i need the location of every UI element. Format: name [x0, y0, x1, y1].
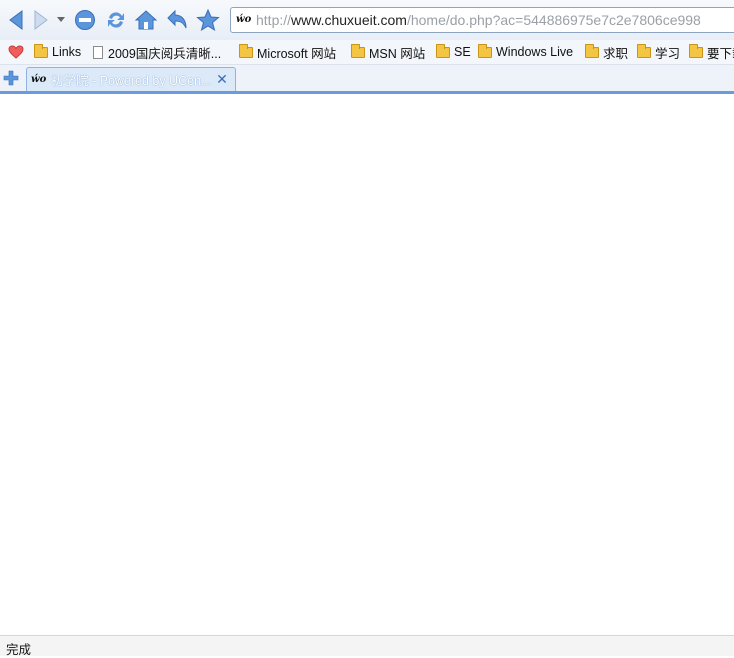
- folder-icon: [478, 43, 492, 58]
- bookmark-msn[interactable]: MSN 网站: [351, 43, 425, 61]
- bookmark-label: 求职: [603, 46, 629, 61]
- bookmark-label: 要下载: [707, 46, 734, 61]
- folder-icon: [351, 43, 365, 58]
- bookmarks-bar: Links 2009国庆阅兵清晰... Microsoft 网站 MSN 网站 …: [0, 40, 734, 65]
- address-url[interactable]: http://www.chuxueit.com/home/do.php?ac=5…: [256, 12, 701, 28]
- url-host: www.chuxueit.com: [291, 12, 407, 28]
- url-scheme: http://: [256, 12, 292, 28]
- home-button[interactable]: [134, 8, 158, 32]
- bookmark-se[interactable]: SE: [436, 43, 471, 61]
- bookmark-label: 2009国庆阅兵清晰...: [108, 46, 222, 61]
- bookmark-label: MSN 网站: [369, 46, 426, 61]
- bookmark-windows-live[interactable]: Windows Live: [478, 43, 573, 61]
- plus-icon: [3, 70, 19, 86]
- back-icon: [9, 10, 23, 30]
- folder-icon: [436, 43, 450, 58]
- new-tab-button[interactable]: [3, 70, 19, 86]
- heart-icon: [8, 45, 24, 59]
- url-path: /home/do.php?ac=544886975e7c2e7806ce998: [406, 12, 701, 28]
- folder-icon: [585, 43, 599, 58]
- stop-icon: [75, 10, 95, 30]
- tab-active[interactable]: ẃo 初学院 - Powered by UCen... ✕: [26, 67, 236, 91]
- address-bar[interactable]: ẃo http://www.chuxueit.com/home/do.php?a…: [230, 7, 734, 33]
- bookmark-label: 学习: [655, 46, 681, 61]
- undo-close-icon: [167, 9, 187, 29]
- bookmark-label: Windows Live: [496, 45, 574, 59]
- folder-icon: [34, 43, 48, 58]
- forward-button[interactable]: [29, 8, 53, 32]
- refresh-icon: [108, 12, 124, 28]
- close-tab-icon[interactable]: ✕: [215, 72, 229, 88]
- back-button[interactable]: [4, 8, 28, 32]
- home-icon: [134, 10, 158, 30]
- bookmark-label: Microsoft 网站: [257, 46, 337, 61]
- page-content[interactable]: [0, 94, 734, 635]
- site-favicon-icon: ẃo: [236, 14, 252, 25]
- bookmark-study[interactable]: 学习: [637, 43, 680, 61]
- favorite-star-icon: [196, 9, 220, 31]
- bookmark-label: SE: [454, 45, 471, 59]
- folder-icon: [239, 43, 253, 58]
- dropdown-icon: [57, 17, 65, 22]
- bookmark-microsoft[interactable]: Microsoft 网站: [239, 43, 336, 61]
- navigation-toolbar: ẃo http://www.chuxueit.com/home/do.php?a…: [0, 0, 734, 40]
- tab-bar: ẃo 初学院 - Powered by UCen... ✕: [0, 65, 734, 92]
- tab-favicon-icon: ẃo: [31, 73, 47, 85]
- forward-icon: [34, 10, 48, 30]
- refresh-button[interactable]: [104, 8, 128, 32]
- favorites-heart-button[interactable]: [8, 43, 24, 61]
- status-bar: 完成: [0, 635, 734, 657]
- status-text: 完成: [6, 642, 32, 657]
- bookmark-label: Links: [52, 45, 82, 59]
- bookmark-parade-video[interactable]: 2009国庆阅兵清晰...: [93, 43, 221, 61]
- folder-icon: [637, 43, 651, 58]
- history-dropdown-button[interactable]: [54, 8, 68, 32]
- bookmark-jobs[interactable]: 求职: [585, 43, 628, 61]
- page-icon: [93, 45, 103, 59]
- folder-icon: [689, 43, 703, 58]
- stop-button[interactable]: [73, 8, 97, 32]
- tab-title: 初学院 - Powered by UCen...: [51, 74, 212, 88]
- bookmark-links[interactable]: Links: [34, 43, 81, 61]
- favorite-button[interactable]: [196, 8, 220, 32]
- bookmark-to-download[interactable]: 要下载: [689, 43, 734, 61]
- undo-close-button[interactable]: [165, 8, 189, 32]
